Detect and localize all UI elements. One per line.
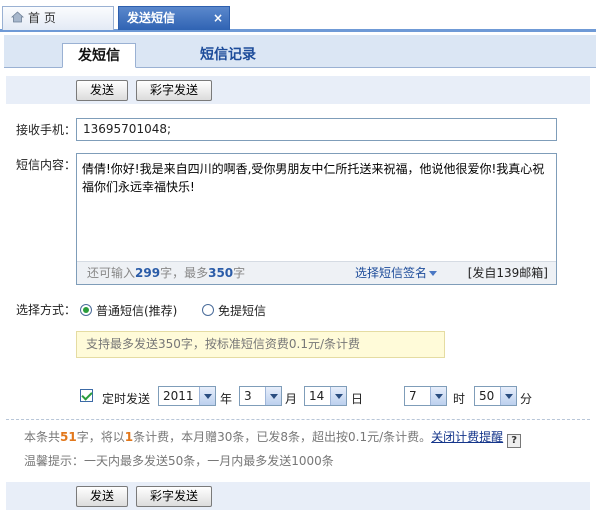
divider bbox=[6, 419, 590, 420]
chevron-down-icon bbox=[330, 387, 346, 405]
color-send-button[interactable]: 彩字发送 bbox=[136, 80, 212, 101]
pricing-tip: 支持最多发送350字，按标准短信资费0.1元/条计费 bbox=[76, 331, 445, 358]
radio-normal-sms[interactable] bbox=[80, 304, 92, 316]
month-unit: 月 bbox=[285, 392, 298, 406]
chevron-down-icon bbox=[199, 387, 215, 405]
day-unit: 日 bbox=[351, 392, 364, 406]
chevron-down-icon bbox=[430, 387, 446, 405]
schedule-checkbox[interactable] bbox=[80, 389, 93, 402]
hour-select[interactable]: 7 bbox=[404, 386, 447, 406]
minute-select[interactable]: 50 bbox=[474, 386, 517, 406]
radio-normal-label: 普通短信(推荐) bbox=[96, 304, 178, 318]
tab-home[interactable]: 首 页 bbox=[2, 6, 114, 30]
tab-send-sms-label: 发送短信 bbox=[127, 11, 176, 25]
chevron-down-icon bbox=[500, 387, 516, 405]
radio-free-sms[interactable] bbox=[202, 304, 214, 316]
tab-home-label: 首 页 bbox=[28, 11, 56, 25]
send-button[interactable]: 发送 bbox=[76, 80, 128, 101]
message-text: 倩倩!你好!我是来自四川的啊香,受你男朋友中仁所托送来祝福，他说他很爱你!我真心… bbox=[82, 162, 545, 194]
close-billing-link[interactable]: 关闭计费提醒 bbox=[431, 430, 503, 444]
send-button-bottom[interactable]: 发送 bbox=[76, 486, 128, 507]
month-select[interactable]: 3 bbox=[239, 386, 282, 406]
chevron-down-icon bbox=[265, 387, 281, 405]
top-action-bar: 发送 彩字发送 bbox=[6, 76, 590, 104]
bottom-action-bar: 发送 彩字发送 bbox=[6, 482, 590, 510]
from-label: [发自139邮箱] bbox=[467, 266, 548, 280]
phone-input[interactable]: 13695701048; bbox=[76, 118, 557, 141]
schedule-label: 定时发送 bbox=[102, 392, 151, 406]
tab-send-sms[interactable]: 发送短信 × bbox=[118, 6, 230, 30]
window-tab-bar: 首 页 发送短信 × bbox=[0, 0, 596, 32]
content-label: 短信内容： bbox=[16, 158, 77, 172]
help-icon[interactable]: ? bbox=[507, 434, 522, 448]
year-unit: 年 bbox=[220, 392, 233, 406]
tab-compose[interactable]: 发短信 bbox=[62, 43, 136, 68]
home-icon bbox=[11, 11, 24, 23]
method-label: 选择方式： bbox=[16, 303, 77, 317]
chevron-down-icon bbox=[429, 271, 438, 276]
message-textarea[interactable]: 倩倩!你好!我是来自四川的啊香,受你男朋友中仁所托送来祝福，他说他很爱你!我真心… bbox=[76, 153, 557, 285]
day-select[interactable]: 14 bbox=[304, 386, 347, 406]
reminder-note: 温馨提示：一天内最多发送50条，一月内最多发送1000条 bbox=[24, 454, 334, 468]
inner-tab-strip: 发短信 短信记录 bbox=[4, 35, 596, 68]
char-counter: 还可输入299字，最多350字 bbox=[87, 266, 246, 280]
billing-note: 本条共51字，将以1条计费，本月赠30条，已发8条，超出按0.1元/条计费。关闭… bbox=[24, 428, 522, 448]
tab-records[interactable]: 短信记录 bbox=[178, 43, 278, 68]
year-select[interactable]: 2011 bbox=[158, 386, 216, 406]
hour-unit: 时 bbox=[453, 392, 466, 406]
minute-unit: 分 bbox=[520, 392, 533, 406]
close-icon[interactable]: × bbox=[213, 7, 223, 29]
radio-free-label: 免提短信 bbox=[218, 304, 267, 318]
color-send-button-bottom[interactable]: 彩字发送 bbox=[136, 486, 212, 507]
phone-label: 接收手机： bbox=[16, 123, 77, 137]
signature-select[interactable]: 选择短信签名 bbox=[355, 262, 438, 284]
message-footer: 还可输入299字，最多350字 选择短信签名 [发自139邮箱] bbox=[77, 261, 556, 284]
